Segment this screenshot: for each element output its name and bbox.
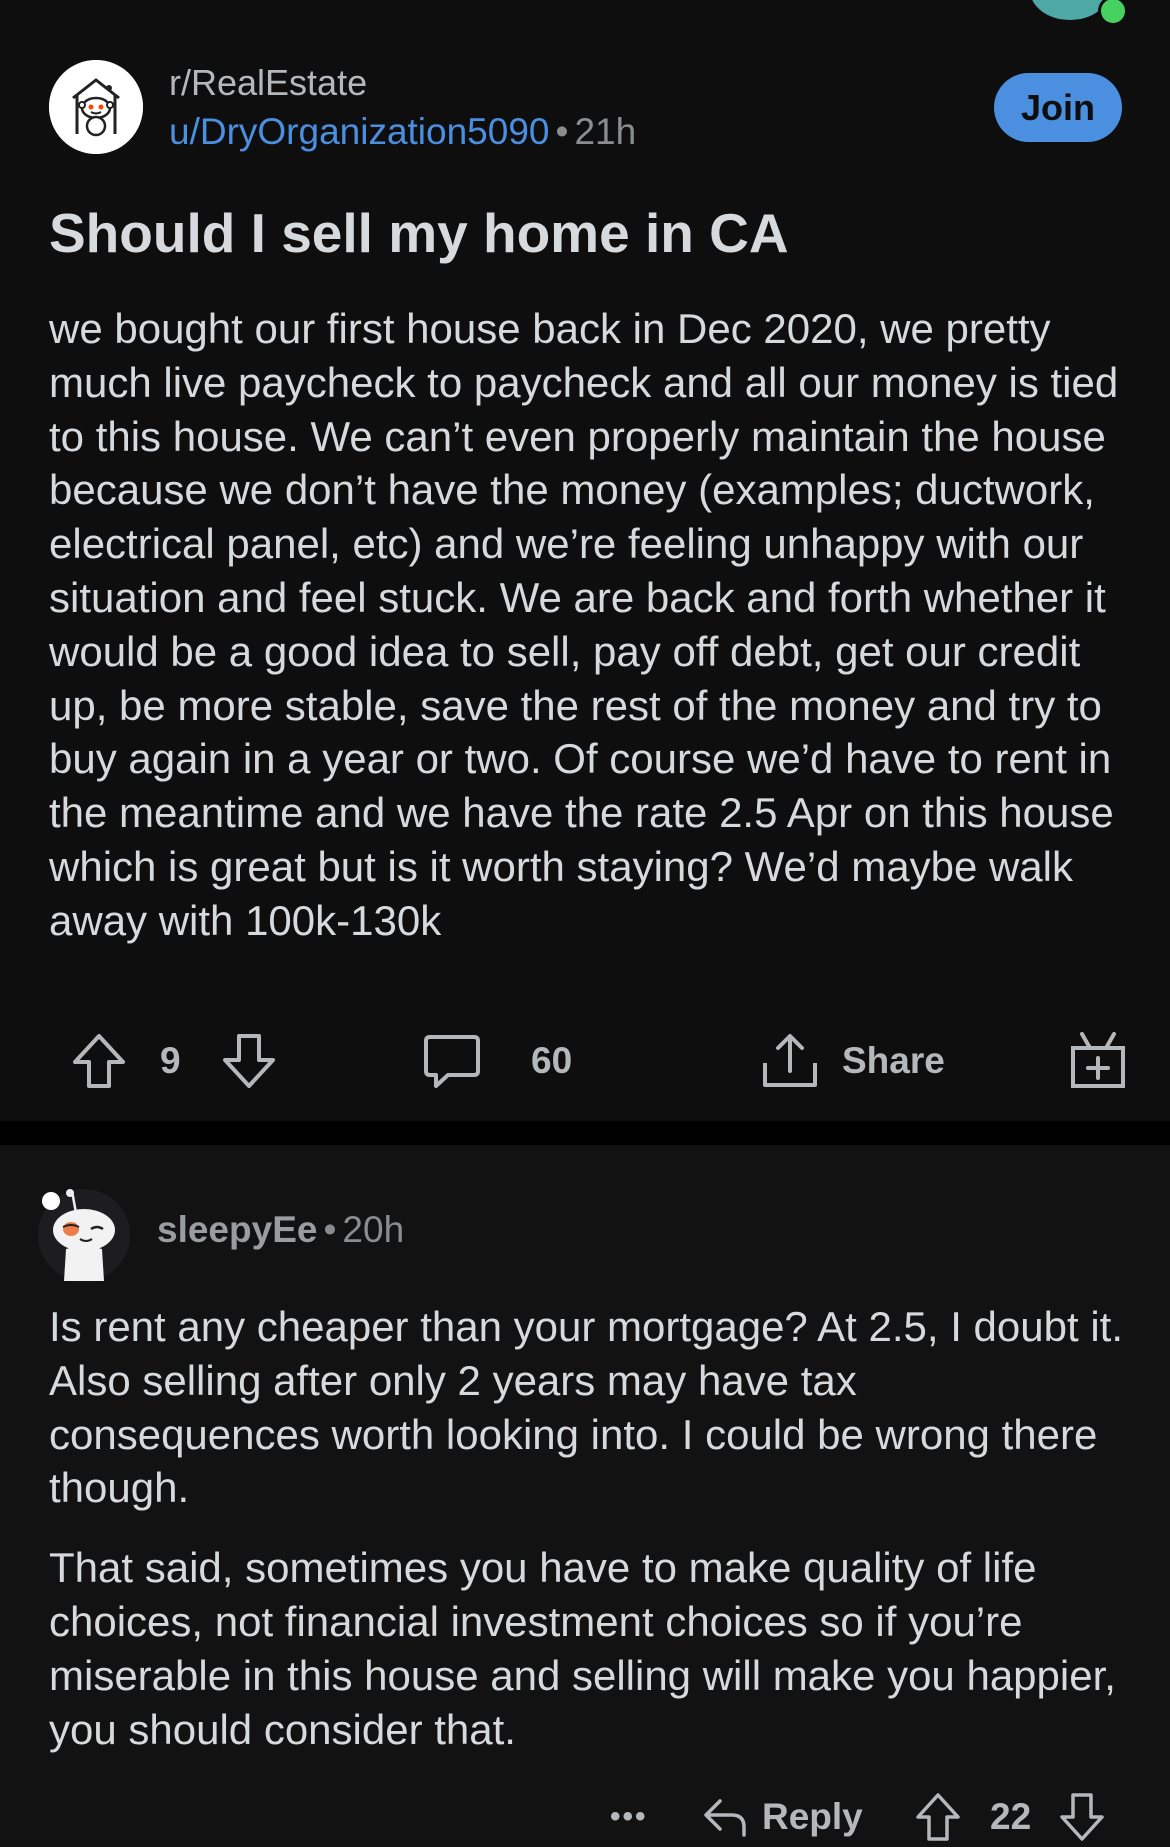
comment-paragraph: That said, sometimes you have to make qu… xyxy=(49,1544,1116,1753)
share-button[interactable]: Share xyxy=(760,1025,945,1097)
upvote-arrow-icon xyxy=(73,1034,125,1088)
post-title[interactable]: Should I sell my home in CA xyxy=(49,200,1129,266)
comment-downvote-button[interactable] xyxy=(1058,1787,1106,1847)
comment-count: 60 xyxy=(531,1040,573,1081)
reply-arrow-icon xyxy=(704,1799,746,1837)
downvote-button[interactable] xyxy=(220,1025,278,1097)
subreddit-name[interactable]: r/RealEstate xyxy=(169,62,367,104)
meta-separator: • xyxy=(323,1209,337,1250)
reply-label: Reply xyxy=(762,1796,863,1837)
post-body: we bought our first house back in Dec 20… xyxy=(49,305,1119,944)
comment-vote-count: 22 xyxy=(990,1796,1032,1837)
award-button[interactable] xyxy=(1068,1025,1128,1097)
snoo-house-icon xyxy=(49,60,143,154)
comments-button[interactable] xyxy=(422,1025,482,1097)
comment-paragraph: Is rent any cheaper than your mortgage? … xyxy=(49,1303,1123,1512)
comment-meta: sleepyEe • 20h xyxy=(157,1209,404,1251)
share-label: Share xyxy=(842,1040,945,1081)
reply-button[interactable]: Reply xyxy=(702,1787,863,1847)
post-vote-count: 9 xyxy=(160,1040,181,1081)
upvote-arrow-icon xyxy=(916,1793,960,1841)
snoo-avatar-icon xyxy=(38,1189,130,1281)
share-icon xyxy=(763,1034,817,1087)
comment-age: 20h xyxy=(342,1209,405,1250)
post-meta: u/DryOrganization5090 • 21h xyxy=(169,111,636,153)
comment-author[interactable]: sleepyEe xyxy=(157,1209,317,1250)
downvote-arrow-icon xyxy=(1060,1793,1104,1841)
award-gift-icon xyxy=(1071,1032,1125,1088)
post-action-bar: 9 60 Share xyxy=(0,1025,1170,1097)
section-divider xyxy=(0,1121,1170,1145)
upvote-button[interactable] xyxy=(70,1025,128,1097)
comment-action-bar: ••• Reply 22 xyxy=(0,1787,1170,1847)
post-author[interactable]: u/DryOrganization5090 xyxy=(169,111,550,152)
comment-bubble-icon xyxy=(424,1035,480,1088)
comment-body: Is rent any cheaper than your mortgage? … xyxy=(49,1300,1139,1756)
subreddit-avatar[interactable] xyxy=(49,60,143,154)
meta-separator: • xyxy=(555,111,569,152)
commenter-avatar[interactable] xyxy=(36,1185,132,1281)
downvote-arrow-icon xyxy=(223,1034,275,1088)
post-age: 21h xyxy=(574,111,637,152)
comment-upvote-button[interactable] xyxy=(914,1787,962,1847)
join-button[interactable]: Join xyxy=(994,73,1122,142)
more-options-button[interactable]: ••• xyxy=(610,1787,648,1847)
